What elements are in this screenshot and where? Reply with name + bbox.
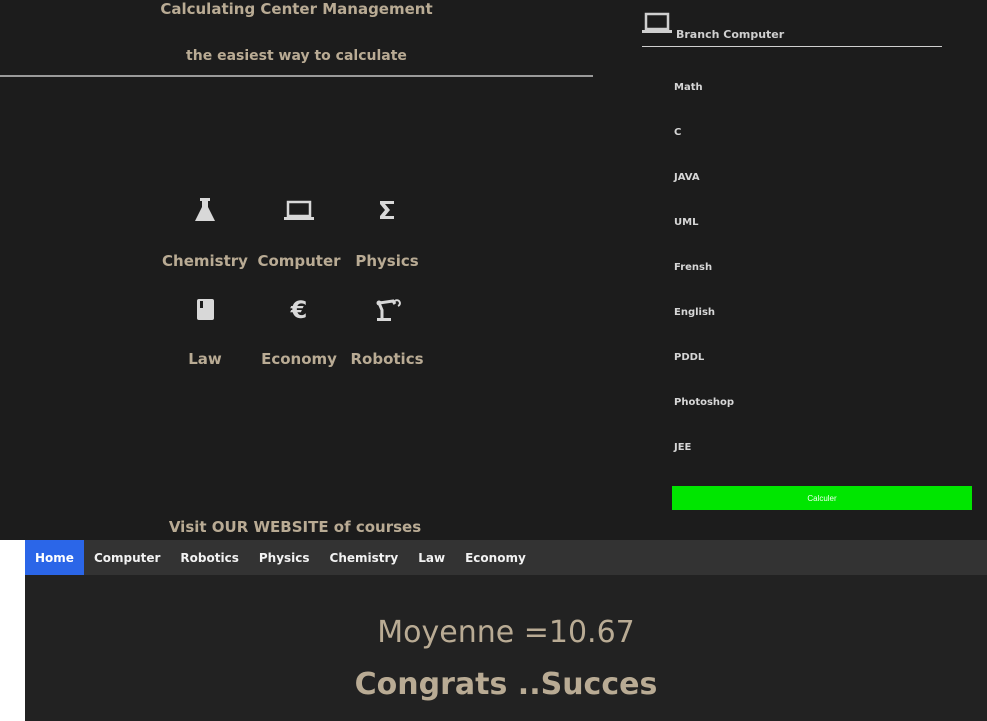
subject-c[interactable]: C [674,127,681,138]
branch-computer[interactable]: Computer [254,196,344,270]
nav-economy[interactable]: Economy [455,540,536,575]
calculer-button[interactable]: Calculer [672,486,972,510]
branch-label: Physics [355,252,419,270]
euro-icon: € [290,296,308,324]
subject-pddl[interactable]: PDDL [674,352,704,363]
subject-photoshop[interactable]: Photoshop [674,397,734,408]
nav-chemistry[interactable]: Chemistry [320,540,409,575]
laptop-icon [642,12,672,36]
top-nav: Home Computer Robotics Physics Chemistry… [25,540,987,575]
subject-english[interactable]: English [674,307,715,318]
panel-header: Branch Computer [642,10,942,47]
branch-law[interactable]: Law [160,296,250,368]
subject-uml[interactable]: UML [674,217,698,228]
page-title: Calculating Center Management [160,0,433,18]
subject-java[interactable]: JAVA [674,172,700,183]
laptop-icon [254,196,344,224]
branch-chemistry[interactable]: Chemistry [160,196,250,270]
subject-frensh[interactable]: Frensh [674,262,712,273]
branch-label: Robotics [350,350,424,368]
branch-label: Computer [257,252,341,270]
flask-icon [160,196,250,224]
branch-label: Law [188,350,222,368]
nav-physics[interactable]: Physics [249,540,320,575]
visit-website-link[interactable]: Visit OUR WEBSITE of courses [150,518,440,536]
sigma-icon [342,196,432,224]
panel-heading: Branch Computer [676,28,785,41]
branch-robotics[interactable]: Robotics [342,296,432,368]
branch-label: Economy [261,350,337,368]
page: Calculating Center Management the easies… [0,0,987,721]
branch-physics[interactable]: Physics [342,196,432,270]
moyenne-result: Moyenne =10.67 [377,615,635,650]
robot-arm-icon [342,296,432,324]
header-divider [0,75,593,77]
white-margin [0,540,25,721]
branch-economy[interactable]: € Economy [254,296,344,368]
branch-panel: Branch Computer Math C JAVA UML Frensh E… [642,0,972,540]
nav-law[interactable]: Law [408,540,455,575]
book-icon [160,296,250,324]
result-message: Congrats ..Succes [354,667,658,702]
nav-home[interactable]: Home [25,540,84,575]
subject-math[interactable]: Math [674,82,703,93]
nav-robotics[interactable]: Robotics [170,540,248,575]
nav-computer[interactable]: Computer [84,540,170,575]
branch-label: Chemistry [162,252,248,270]
subject-jee[interactable]: JEE [674,442,691,453]
page-subtitle: the easiest way to calculate [186,48,407,64]
